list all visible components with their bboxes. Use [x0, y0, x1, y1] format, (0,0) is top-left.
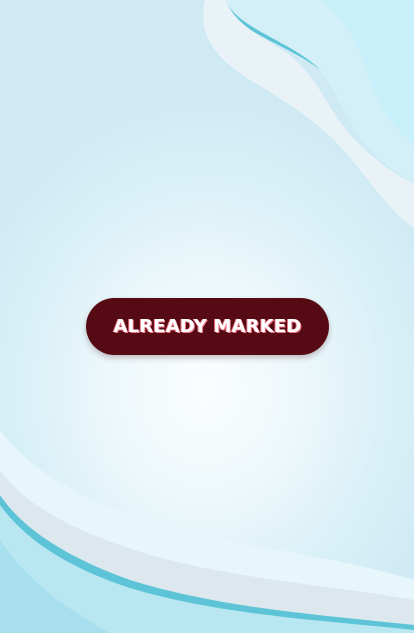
marking-status-screen: ALREADY MARKED: [0, 0, 414, 633]
already-marked-label: ALREADY MARKED: [113, 316, 302, 337]
already-marked-button[interactable]: ALREADY MARKED: [86, 298, 329, 355]
